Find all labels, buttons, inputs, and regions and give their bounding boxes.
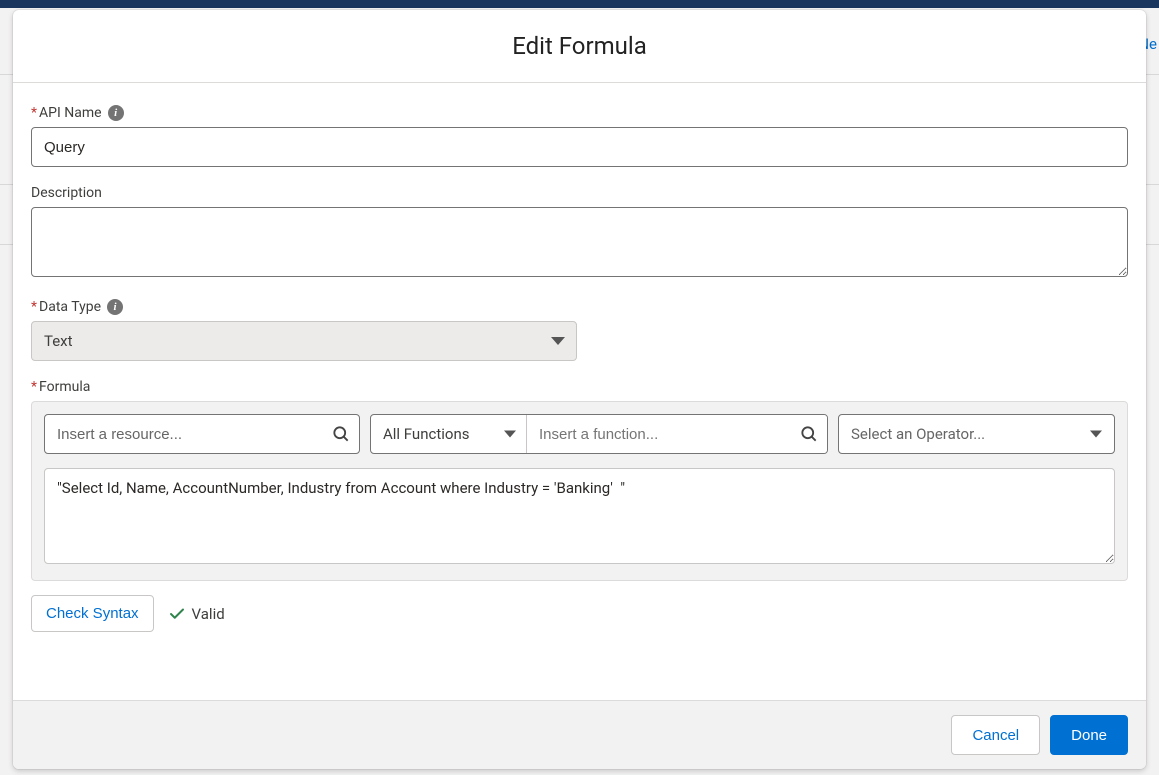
description-label-text: Description <box>31 185 102 201</box>
field-formula: *Formula All Functions <box>31 379 1128 581</box>
info-icon[interactable]: i <box>108 105 124 121</box>
search-icon <box>799 424 819 444</box>
api-name-label: *API Name i <box>31 105 1128 121</box>
modal-footer: Cancel Done <box>13 700 1146 769</box>
api-name-label-text: API Name <box>39 105 102 121</box>
data-type-value: Text <box>44 332 73 350</box>
syntax-row: Check Syntax Valid <box>31 595 1128 632</box>
formula-label: *Formula <box>31 379 1128 395</box>
api-name-input[interactable] <box>31 127 1128 167</box>
field-data-type: *Data Type i Text <box>31 299 1128 361</box>
function-category-select[interactable]: All Functions <box>371 415 527 453</box>
chevron-down-icon <box>504 431 516 438</box>
check-syntax-button[interactable]: Check Syntax <box>31 595 154 632</box>
data-type-label: *Data Type i <box>31 299 1128 315</box>
data-type-select-wrap: Text <box>31 321 577 361</box>
data-type-label-text: Data Type <box>39 299 101 315</box>
chevron-down-icon <box>1090 431 1102 438</box>
function-search <box>527 415 827 453</box>
formula-builder: All Functions Select an Operator... <box>31 401 1128 581</box>
function-category-value: All Functions <box>383 425 469 443</box>
resource-input[interactable] <box>45 415 359 453</box>
operator-placeholder: Select an Operator... <box>851 425 985 443</box>
function-picker-group: All Functions <box>370 414 828 454</box>
syntax-status-text: Valid <box>192 605 225 623</box>
formula-label-text: Formula <box>39 379 90 395</box>
formula-expression-input[interactable] <box>44 468 1115 564</box>
modal-header: Edit Formula <box>13 10 1146 83</box>
syntax-status: Valid <box>168 605 225 623</box>
edit-formula-modal: Edit Formula *API Name i Description *Da… <box>13 10 1146 769</box>
app-top-bar <box>0 0 1159 8</box>
modal-title: Edit Formula <box>29 32 1130 60</box>
resource-picker[interactable] <box>44 414 360 454</box>
info-icon[interactable]: i <box>107 299 123 315</box>
done-button[interactable]: Done <box>1050 715 1128 755</box>
cancel-button[interactable]: Cancel <box>951 715 1040 755</box>
chevron-down-icon <box>551 337 565 345</box>
search-icon <box>331 424 351 444</box>
description-input[interactable] <box>31 207 1128 277</box>
data-type-select[interactable]: Text <box>31 321 577 361</box>
required-indicator: * <box>31 379 37 395</box>
operator-select[interactable]: Select an Operator... <box>838 414 1115 454</box>
required-indicator: * <box>31 299 37 315</box>
description-label: Description <box>31 185 1128 201</box>
required-indicator: * <box>31 105 37 121</box>
field-api-name: *API Name i <box>31 105 1128 167</box>
modal-body: *API Name i Description *Data Type i Tex… <box>13 83 1146 700</box>
checkmark-icon <box>168 605 186 623</box>
formula-toolbar: All Functions Select an Operator... <box>44 414 1115 454</box>
field-description: Description <box>31 185 1128 281</box>
function-input[interactable] <box>527 415 827 453</box>
